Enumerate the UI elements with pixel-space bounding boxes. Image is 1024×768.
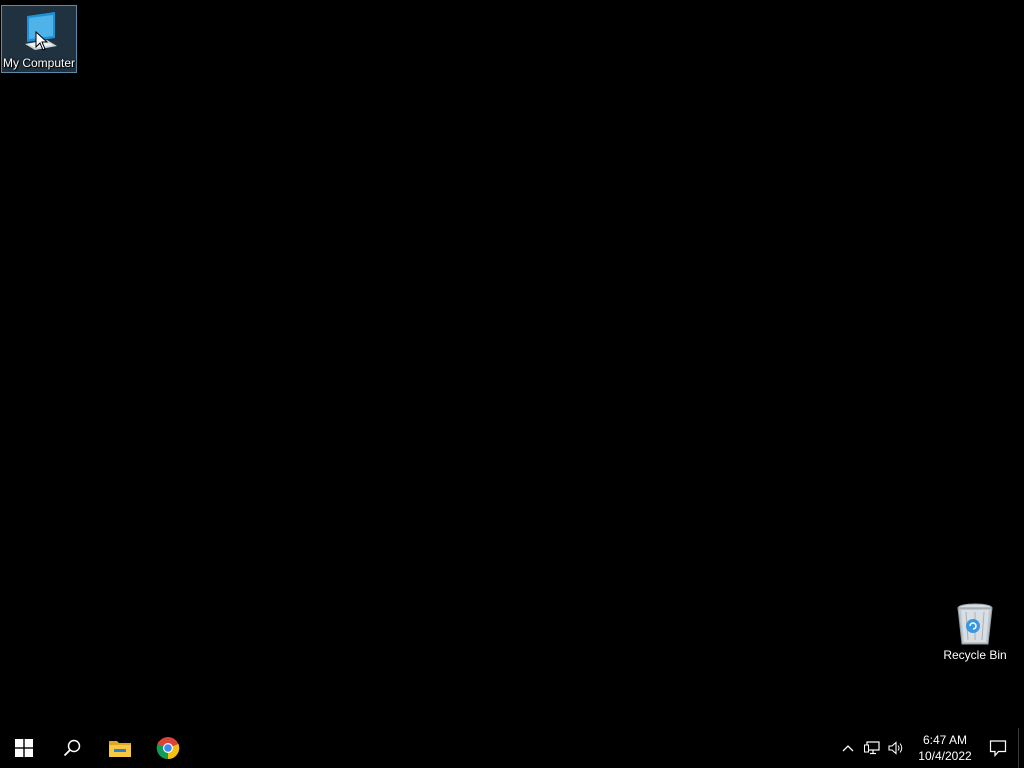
desktop-icon-recycle-bin[interactable]: Recycle Bin xyxy=(937,598,1013,666)
chevron-up-icon xyxy=(842,745,854,752)
recycle-bin-icon xyxy=(957,603,993,645)
file-explorer-icon xyxy=(109,741,131,757)
desktop-icon-label: Recycle Bin xyxy=(943,648,1007,662)
network-button[interactable] xyxy=(860,728,884,768)
network-icon xyxy=(864,741,880,755)
chrome-icon xyxy=(156,737,180,760)
show-hidden-icons-button[interactable] xyxy=(836,728,860,768)
taskbar-chrome[interactable] xyxy=(144,728,192,768)
clock-button[interactable]: 6:47 AM 10/4/2022 xyxy=(912,728,978,768)
clock-date: 10/4/2022 xyxy=(918,749,972,763)
search-icon xyxy=(63,739,81,757)
volume-button[interactable] xyxy=(884,728,908,768)
desktop[interactable]: My Computer Recycle Bin xyxy=(0,0,1024,728)
action-center-icon xyxy=(989,740,1007,757)
desktop-icon-label: My Computer xyxy=(2,56,76,70)
clock-time: 6:47 AM xyxy=(922,733,968,747)
taskbar: 6:47 AM 10/4/2022 xyxy=(0,728,1024,768)
taskbar-file-explorer[interactable] xyxy=(96,728,144,768)
show-desktop-button[interactable] xyxy=(1018,728,1024,768)
desktop-icon-my-computer[interactable]: My Computer xyxy=(1,5,77,73)
search-button[interactable] xyxy=(48,728,96,768)
action-center-button[interactable] xyxy=(978,728,1018,768)
start-button[interactable] xyxy=(0,728,48,768)
system-tray: 6:47 AM 10/4/2022 xyxy=(836,728,1024,768)
windows-logo-icon xyxy=(15,739,33,757)
volume-icon xyxy=(888,741,903,755)
monitor-icon xyxy=(25,12,57,50)
